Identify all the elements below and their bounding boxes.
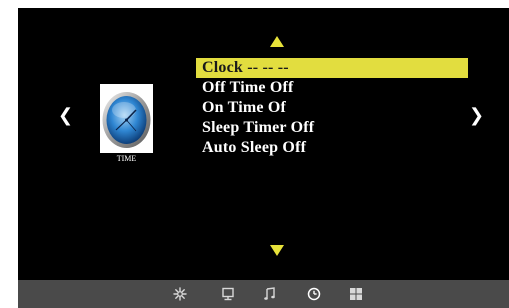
tab-sound[interactable]	[260, 280, 280, 308]
scroll-down-arrow-icon[interactable]	[270, 245, 284, 256]
tab-time[interactable]	[304, 280, 324, 308]
menu-item-on-time[interactable]: On Time Of	[196, 98, 468, 118]
menu-item-clock[interactable]: Clock -- -- --	[196, 58, 468, 78]
tab-setup[interactable]	[346, 280, 366, 308]
category-label: TIME	[116, 154, 137, 163]
grid-icon	[350, 288, 362, 300]
menu-item-auto-sleep[interactable]: Auto Sleep Off	[196, 138, 468, 158]
picture-settings-icon	[173, 287, 187, 301]
music-note-icon	[264, 287, 275, 300]
clock-icon	[102, 92, 151, 148]
clock-icon	[307, 287, 321, 301]
nav-left-icon[interactable]: ❮	[58, 106, 73, 126]
time-category-tile	[100, 84, 153, 153]
menu-item-off-time[interactable]: Off Time Off	[196, 78, 468, 98]
tab-display[interactable]	[218, 280, 238, 308]
category-tab-bar	[18, 280, 509, 308]
time-settings-menu: Clock -- -- -- Off Time Off On Time Of S…	[196, 58, 468, 158]
tab-picture[interactable]	[170, 280, 190, 308]
menu-item-sleep-timer[interactable]: Sleep Timer Off	[196, 118, 468, 138]
monitor-icon	[222, 287, 234, 301]
nav-right-icon[interactable]: ❯	[469, 106, 484, 126]
scroll-up-arrow-icon[interactable]	[270, 36, 284, 47]
osd-screen: ❮ TIME Clock -- -- -- Off Time Off On Ti…	[18, 8, 509, 280]
